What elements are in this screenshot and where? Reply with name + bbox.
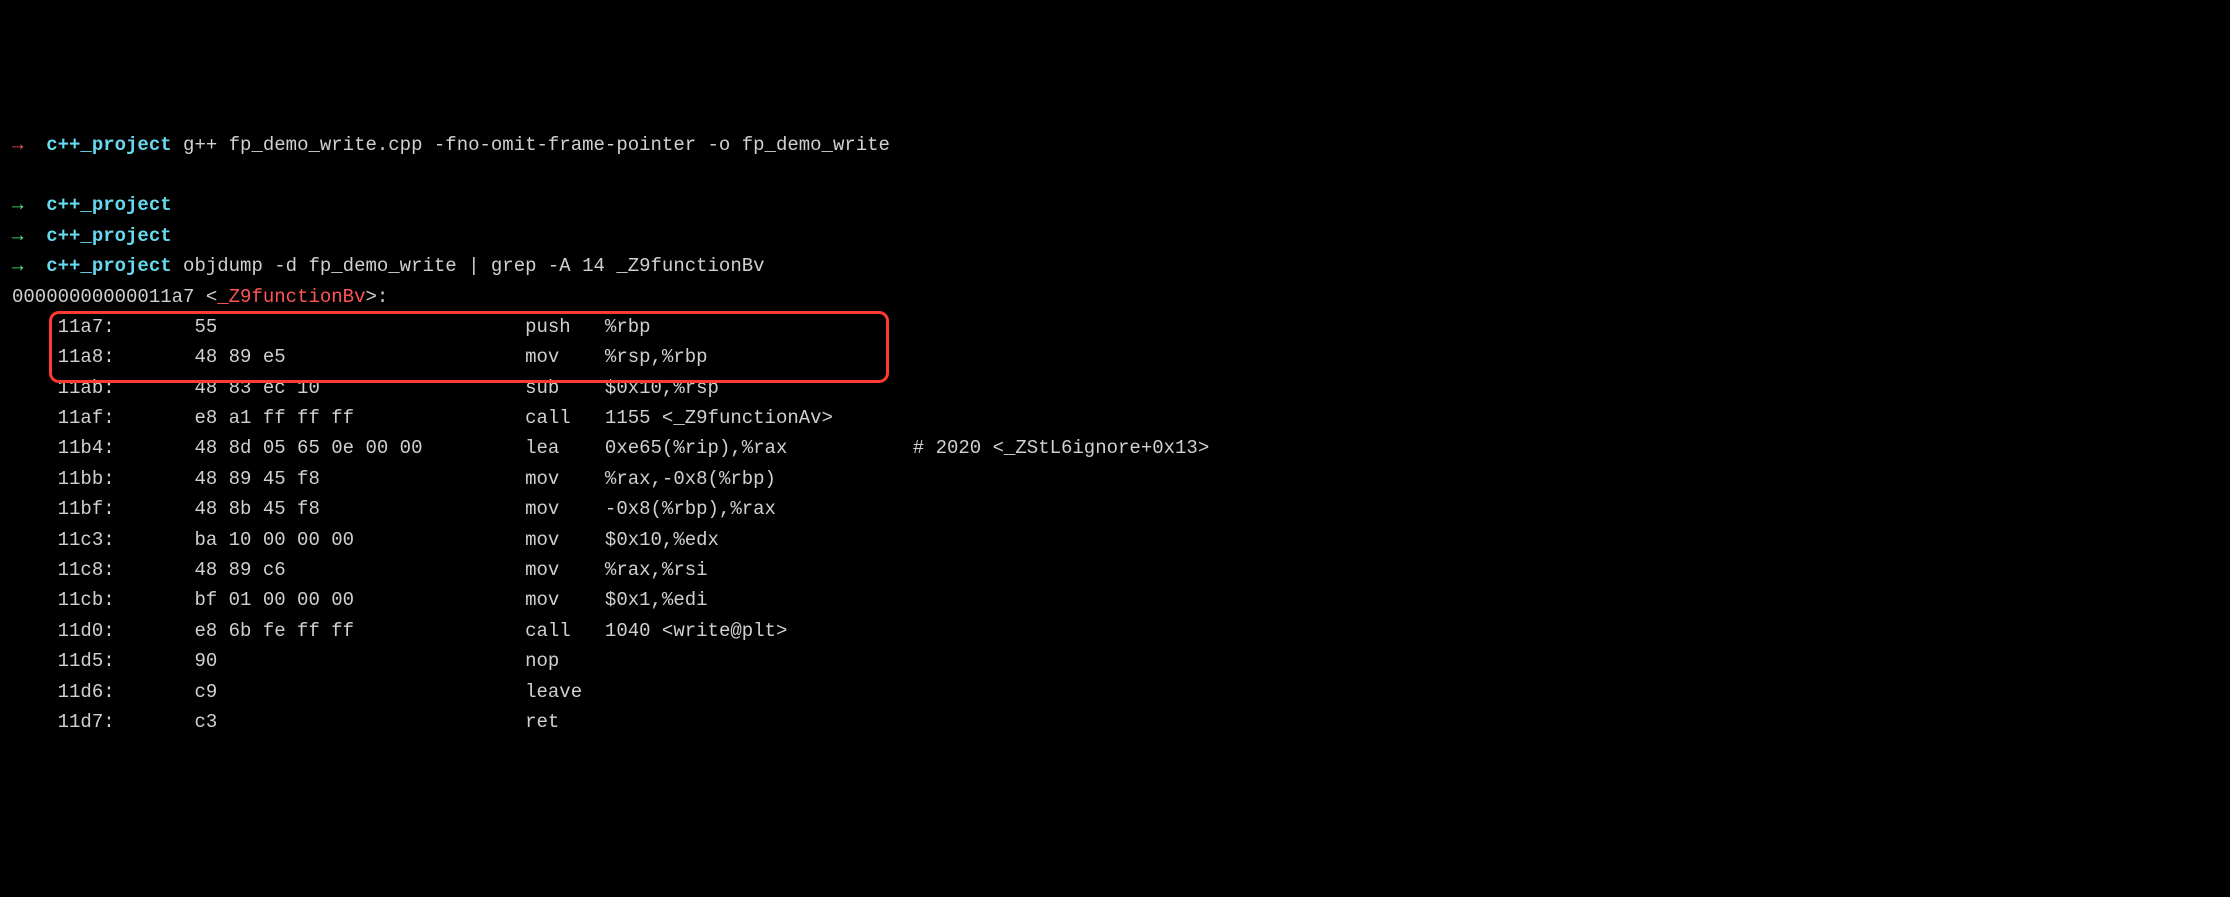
- prompt-path: c++_project: [46, 194, 171, 216]
- asm-operands: %rbp: [605, 316, 651, 338]
- asm-offset: 11a8:: [58, 346, 195, 368]
- asm-line: 11a7: 55 push %rbp: [12, 312, 2218, 342]
- asm-bytes: 90: [194, 650, 525, 672]
- asm-offset: 11b4:: [58, 437, 195, 459]
- asm-offset: 11bb:: [58, 468, 195, 490]
- prompt-line[interactable]: → c++_project g++ fp_demo_write.cpp -fno…: [12, 130, 2218, 160]
- asm-offset: 11d6:: [58, 681, 195, 703]
- prompt-line[interactable]: → c++_project objdump -d fp_demo_write |…: [12, 251, 2218, 281]
- asm-bytes: e8 a1 ff ff ff: [194, 407, 525, 429]
- asm-mnemonic: push: [525, 316, 605, 338]
- asm-offset: 11bf:: [58, 498, 195, 520]
- disasm-symbol-header: 00000000000011a7 <_Z9functionBv>:: [12, 282, 2218, 312]
- asm-operands: $0x1,%edi: [605, 589, 708, 611]
- asm-operands: $0x10,%edx: [605, 529, 719, 551]
- asm-comment: # 2020 <_ZStL6ignore+0x13>: [913, 437, 1209, 459]
- asm-offset: 11c3:: [58, 529, 195, 551]
- asm-offset: 11c8:: [58, 559, 195, 581]
- asm-line: 11af: e8 a1 ff ff ff call 1155 <_Z9funct…: [12, 403, 2218, 433]
- asm-operands: 1155 <_Z9functionAv>: [605, 407, 833, 429]
- asm-mnemonic: mov: [525, 346, 605, 368]
- prompt-path: c++_project: [46, 225, 171, 247]
- asm-mnemonic: mov: [525, 589, 605, 611]
- terminal-content: → c++_project g++ fp_demo_write.cpp -fno…: [12, 130, 2218, 738]
- header-address: 00000000000011a7: [12, 286, 194, 308]
- prompt-arrow-icon: →: [12, 134, 23, 156]
- asm-line: 11bb: 48 89 45 f8 mov %rax,-0x8(%rbp): [12, 464, 2218, 494]
- command-text: g++ fp_demo_write.cpp -fno-omit-frame-po…: [183, 134, 890, 156]
- asm-bytes: bf 01 00 00 00: [194, 589, 525, 611]
- asm-mnemonic: mov: [525, 559, 605, 581]
- asm-line: 11d6: c9 leave: [12, 677, 2218, 707]
- asm-bytes: 48 89 e5: [194, 346, 525, 368]
- symbol-name: _Z9functionBv: [217, 286, 365, 308]
- asm-bytes: 48 89 45 f8: [194, 468, 525, 490]
- asm-line: 11ab: 48 83 ec 10 sub $0x10,%rsp: [12, 373, 2218, 403]
- prompt-line[interactable]: → c++_project: [12, 221, 2218, 251]
- command-text: objdump -d fp_demo_write | grep -A 14 _Z…: [183, 255, 765, 277]
- prompt-line[interactable]: [12, 160, 2218, 190]
- asm-operands: -0x8(%rbp),%rax: [605, 498, 776, 520]
- asm-bytes: e8 6b fe ff ff: [194, 620, 525, 642]
- prompt-line[interactable]: → c++_project: [12, 190, 2218, 220]
- asm-line: 11d7: c3 ret: [12, 707, 2218, 737]
- asm-bytes: 48 8b 45 f8: [194, 498, 525, 520]
- asm-offset: 11a7:: [58, 316, 195, 338]
- asm-mnemonic: lea: [525, 437, 605, 459]
- asm-line: 11cb: bf 01 00 00 00 mov $0x1,%edi: [12, 585, 2218, 615]
- asm-mnemonic: nop: [525, 650, 605, 672]
- asm-bytes: 48 8d 05 65 0e 00 00: [194, 437, 525, 459]
- asm-operands: $0x10,%rsp: [605, 377, 719, 399]
- asm-operands: %rsp,%rbp: [605, 346, 708, 368]
- asm-bytes: c3: [194, 711, 525, 733]
- asm-bytes: 55: [194, 316, 525, 338]
- prompt-path: c++_project: [46, 134, 171, 156]
- asm-mnemonic: sub: [525, 377, 605, 399]
- prompt-path: c++_project: [46, 255, 171, 277]
- prompt-arrow-icon: →: [12, 194, 23, 216]
- asm-offset: 11d7:: [58, 711, 195, 733]
- asm-operands: %rax,%rsi: [605, 559, 708, 581]
- asm-bytes: 48 83 ec 10: [194, 377, 525, 399]
- asm-bytes: ba 10 00 00 00: [194, 529, 525, 551]
- asm-offset: 11d0:: [58, 620, 195, 642]
- asm-line: 11c3: ba 10 00 00 00 mov $0x10,%edx: [12, 525, 2218, 555]
- asm-mnemonic: call: [525, 620, 605, 642]
- asm-offset: 11af:: [58, 407, 195, 429]
- asm-offset: 11ab:: [58, 377, 195, 399]
- asm-line: 11d0: e8 6b fe ff ff call 1040 <write@pl…: [12, 616, 2218, 646]
- asm-line: 11bf: 48 8b 45 f8 mov -0x8(%rbp),%rax: [12, 494, 2218, 524]
- asm-mnemonic: ret: [525, 711, 605, 733]
- asm-operands: 1040 <write@plt>: [605, 620, 787, 642]
- asm-bytes: 48 89 c6: [194, 559, 525, 581]
- asm-bytes: c9: [194, 681, 525, 703]
- asm-mnemonic: mov: [525, 529, 605, 551]
- asm-mnemonic: mov: [525, 498, 605, 520]
- asm-line: 11d5: 90 nop: [12, 646, 2218, 676]
- asm-operands: 0xe65(%rip),%rax: [605, 437, 913, 459]
- asm-mnemonic: mov: [525, 468, 605, 490]
- asm-mnemonic: leave: [525, 681, 605, 703]
- asm-line: 11a8: 48 89 e5 mov %rsp,%rbp: [12, 342, 2218, 372]
- asm-line: 11c8: 48 89 c6 mov %rax,%rsi: [12, 555, 2218, 585]
- asm-operands: %rax,-0x8(%rbp): [605, 468, 776, 490]
- asm-offset: 11cb:: [58, 589, 195, 611]
- asm-line: 11b4: 48 8d 05 65 0e 00 00 lea 0xe65(%ri…: [12, 433, 2218, 463]
- prompt-arrow-icon: →: [12, 225, 23, 247]
- asm-mnemonic: call: [525, 407, 605, 429]
- prompt-arrow-icon: →: [12, 255, 23, 277]
- asm-offset: 11d5:: [58, 650, 195, 672]
